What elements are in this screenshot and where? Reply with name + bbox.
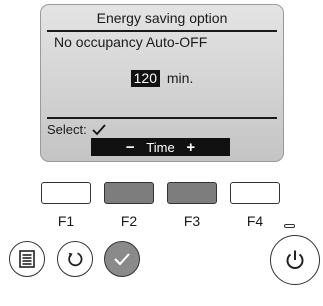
f3-label: F3 bbox=[183, 213, 201, 229]
time-unit: min. bbox=[166, 70, 194, 86]
power-button[interactable] bbox=[270, 235, 320, 285]
menu-icon bbox=[19, 250, 35, 268]
minus-indicator: − bbox=[125, 138, 135, 156]
f2-button[interactable] bbox=[104, 182, 154, 204]
f4-label: F4 bbox=[246, 213, 264, 229]
function-guide-bar: − Time + bbox=[91, 138, 230, 156]
select-label: Select: bbox=[47, 122, 87, 137]
f2-label: F2 bbox=[120, 213, 138, 229]
screen-title: Energy saving option bbox=[96, 10, 228, 26]
setting-value-row: 120 min. bbox=[41, 70, 283, 87]
select-button[interactable] bbox=[104, 241, 140, 277]
lcd-screen: Energy saving option No occupancy Auto-O… bbox=[40, 4, 284, 162]
menu-button[interactable] bbox=[9, 241, 45, 277]
divider-top bbox=[47, 30, 277, 32]
divider-bottom bbox=[47, 117, 277, 119]
function-label: Time bbox=[146, 139, 175, 155]
f4-button[interactable] bbox=[230, 182, 280, 204]
power-icon bbox=[286, 250, 304, 269]
check-icon bbox=[92, 123, 106, 135]
check-icon bbox=[114, 253, 130, 266]
f1-button[interactable] bbox=[41, 182, 91, 204]
f3-button[interactable] bbox=[167, 182, 217, 204]
select-hint: Select: bbox=[47, 122, 106, 137]
operation-lamp bbox=[284, 224, 295, 228]
time-value: 120 bbox=[130, 70, 160, 87]
f1-label: F1 bbox=[57, 213, 75, 229]
return-button[interactable] bbox=[57, 241, 93, 277]
return-icon bbox=[68, 252, 83, 267]
plus-indicator: + bbox=[186, 138, 196, 156]
setting-name: No occupancy Auto-OFF bbox=[54, 34, 208, 50]
